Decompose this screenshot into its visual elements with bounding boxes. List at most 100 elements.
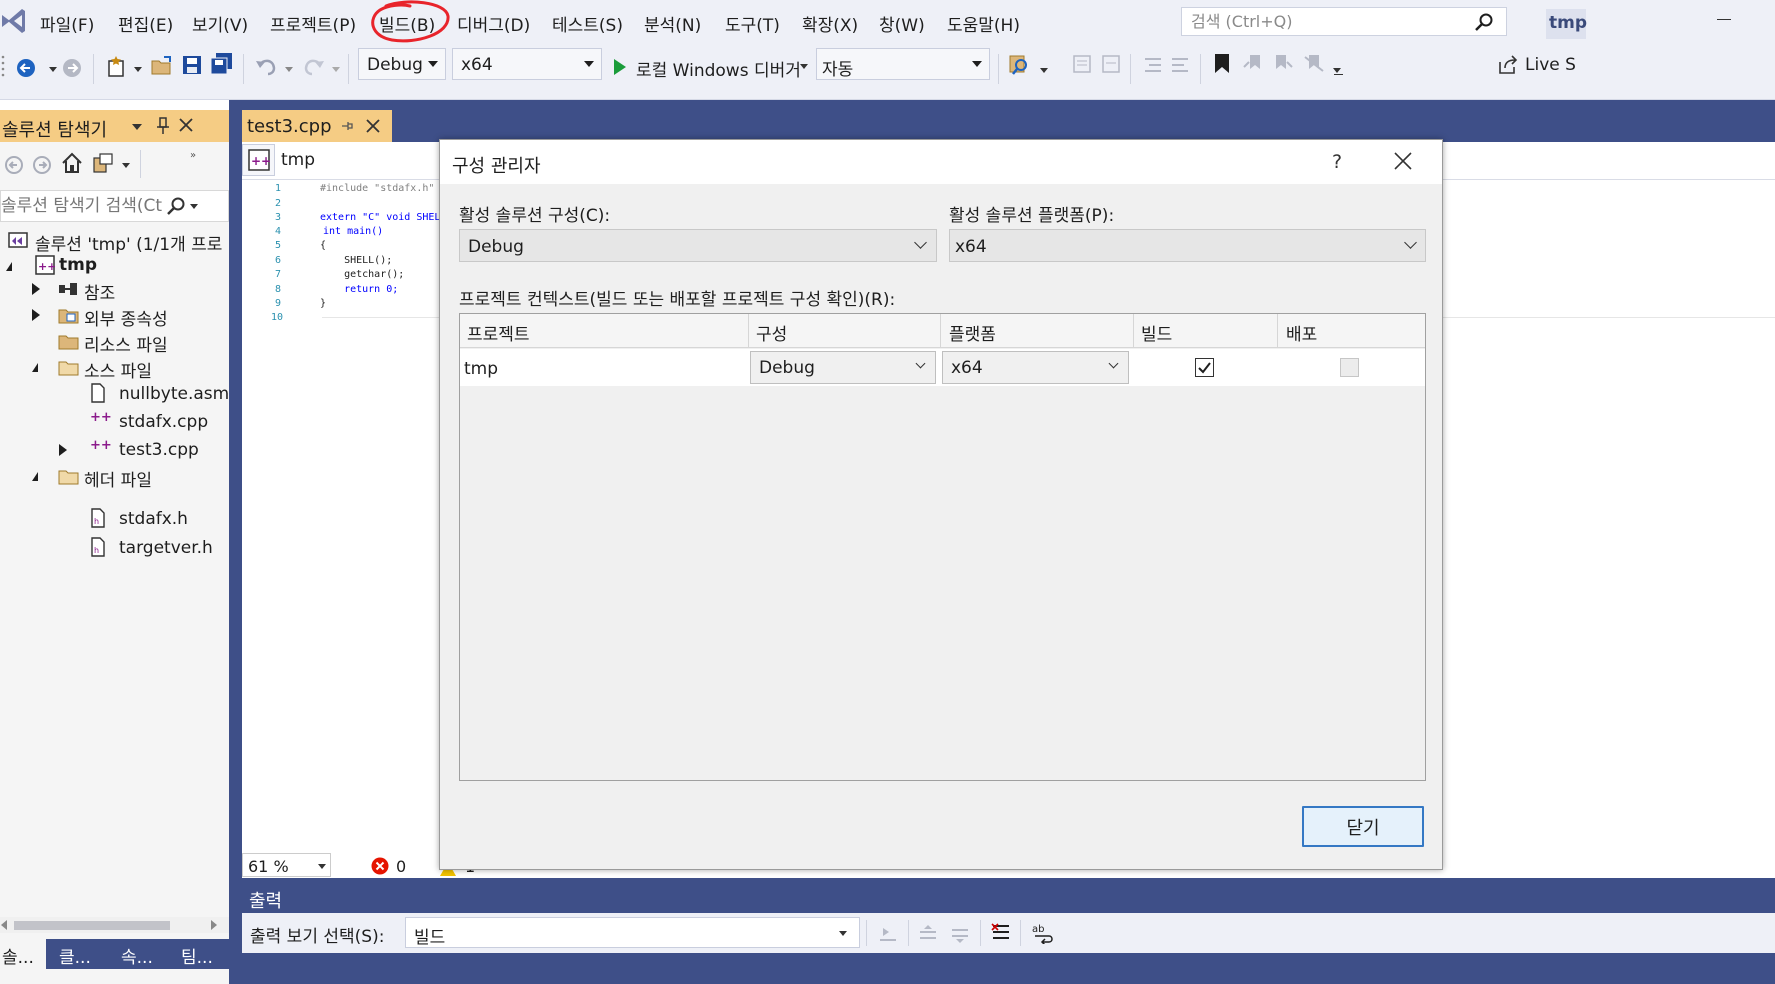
toolbar-grip-icon[interactable] bbox=[0, 53, 6, 79]
menu-window[interactable]: 창(W) bbox=[879, 11, 925, 36]
next-bookmark-icon[interactable] bbox=[1272, 53, 1294, 75]
tab-properties[interactable]: 속... bbox=[121, 939, 153, 969]
forward-icon[interactable] bbox=[32, 155, 52, 175]
column-header-build[interactable]: 빌드 bbox=[1141, 320, 1172, 345]
help-button[interactable]: ? bbox=[1332, 151, 1342, 173]
column-header-project[interactable]: 프로젝트 bbox=[467, 320, 530, 345]
visual-studio-logo-icon[interactable] bbox=[0, 6, 26, 36]
dialog-titlebar[interactable] bbox=[440, 140, 1442, 184]
redo-icon[interactable] bbox=[303, 56, 325, 76]
solution-config-combo[interactable]: Debug bbox=[358, 48, 446, 80]
error-count[interactable]: 0 bbox=[396, 857, 406, 876]
search-icon[interactable] bbox=[1475, 13, 1493, 31]
back-icon[interactable] bbox=[4, 155, 24, 175]
comment-out-icon[interactable] bbox=[1071, 53, 1093, 75]
menu-file[interactable]: 파일(F) bbox=[40, 11, 94, 36]
error-icon[interactable] bbox=[371, 857, 389, 875]
next-message-icon[interactable] bbox=[949, 924, 971, 944]
menu-view[interactable]: 보기(V) bbox=[192, 11, 248, 36]
search-options-dropdown-icon[interactable] bbox=[190, 204, 198, 209]
debugger-label[interactable]: 로컬 Windows 디버거 bbox=[636, 56, 801, 81]
build-checkbox[interactable] bbox=[1195, 358, 1214, 377]
window-position-dropdown-icon[interactable] bbox=[132, 124, 142, 130]
save-icon[interactable] bbox=[182, 55, 202, 75]
column-header-config[interactable]: 구성 bbox=[756, 320, 787, 345]
tab-solution-explorer[interactable]: 솔... bbox=[0, 939, 46, 969]
tree-item-header-files[interactable]: 헤더 파일 bbox=[0, 463, 229, 491]
zoom-dropdown-icon[interactable] bbox=[318, 864, 326, 869]
collapsed-arrow-icon[interactable] bbox=[32, 309, 40, 321]
menu-debug[interactable]: 디버그(D) bbox=[457, 11, 530, 36]
pin-tab-icon[interactable] bbox=[340, 120, 354, 132]
tree-item-project[interactable]: ++ tmp bbox=[0, 252, 229, 278]
output-titlebar[interactable] bbox=[242, 881, 1775, 913]
uncomment-icon[interactable] bbox=[1100, 53, 1122, 75]
back-dropdown-icon[interactable] bbox=[49, 67, 57, 72]
increase-indent-icon[interactable] bbox=[1170, 55, 1192, 75]
switch-views-dropdown-icon[interactable] bbox=[122, 163, 130, 168]
column-divider[interactable] bbox=[1133, 314, 1134, 348]
clear-all-icon[interactable] bbox=[990, 922, 1012, 944]
open-file-icon[interactable] bbox=[150, 55, 174, 77]
tree-item-targetver-h[interactable]: h targetver.h bbox=[0, 535, 229, 561]
solution-platform-combo[interactable]: x64 bbox=[452, 48, 602, 80]
solution-explorer-search-input[interactable] bbox=[1, 195, 187, 217]
pin-icon[interactable] bbox=[156, 117, 170, 135]
toolbar-overflow-icon[interactable] bbox=[1333, 68, 1341, 73]
active-config-combo[interactable]: Debug bbox=[459, 229, 937, 262]
collapsed-arrow-icon[interactable] bbox=[32, 283, 40, 295]
expanded-arrow-icon[interactable] bbox=[6, 262, 12, 271]
scrollbar-thumb[interactable] bbox=[14, 921, 170, 930]
close-button[interactable]: 닫기 bbox=[1302, 806, 1424, 847]
column-divider[interactable] bbox=[940, 314, 941, 348]
column-header-platform[interactable]: 플랫폼 bbox=[949, 320, 996, 345]
column-divider[interactable] bbox=[1277, 314, 1278, 348]
share-icon[interactable] bbox=[1497, 54, 1519, 76]
undo-dropdown-icon[interactable] bbox=[285, 67, 293, 72]
save-all-icon[interactable] bbox=[210, 52, 234, 76]
new-dropdown-icon[interactable] bbox=[134, 67, 142, 72]
word-wrap-icon[interactable]: ab bbox=[1031, 922, 1055, 944]
active-platform-combo[interactable]: x64 bbox=[949, 229, 1426, 262]
menu-extensions[interactable]: 확장(X) bbox=[802, 11, 858, 36]
scroll-left-icon[interactable] bbox=[1, 920, 7, 930]
debugger-dropdown-icon[interactable] bbox=[800, 64, 808, 69]
clear-bookmarks-icon[interactable] bbox=[1303, 53, 1325, 75]
nav-project-name[interactable]: tmp bbox=[281, 150, 315, 170]
menu-test[interactable]: 테스트(S) bbox=[552, 11, 623, 36]
tree-item-stdafx-h[interactable]: h stdafx.h bbox=[0, 506, 229, 532]
close-tab-icon[interactable] bbox=[366, 119, 380, 133]
tree-item-references[interactable]: 참조 bbox=[0, 276, 229, 304]
tree-item-stdafx-cpp[interactable]: ++ stdafx.cpp bbox=[0, 409, 229, 435]
switch-views-icon[interactable] bbox=[92, 152, 116, 174]
find-in-files-icon[interactable] bbox=[1008, 54, 1032, 78]
scroll-right-icon[interactable] bbox=[211, 920, 217, 930]
decrease-indent-icon[interactable] bbox=[1141, 55, 1163, 75]
debugger-mode-combo[interactable]: 자동 bbox=[816, 48, 990, 80]
previous-message-icon[interactable] bbox=[917, 924, 939, 944]
menu-help[interactable]: 도움말(H) bbox=[947, 11, 1020, 36]
redo-dropdown-icon[interactable] bbox=[332, 67, 340, 72]
navigate-back-icon[interactable] bbox=[16, 58, 36, 78]
search-box[interactable] bbox=[1181, 7, 1507, 36]
tab-class-view[interactable]: 클... bbox=[59, 939, 91, 969]
expanded-arrow-icon[interactable] bbox=[32, 472, 38, 481]
close-icon[interactable] bbox=[179, 118, 193, 132]
tab-team-explorer[interactable]: 팀... bbox=[181, 939, 213, 969]
column-divider[interactable] bbox=[748, 314, 749, 348]
output-source-combo[interactable]: 빌드 bbox=[405, 917, 860, 948]
deploy-checkbox[interactable] bbox=[1340, 358, 1359, 377]
column-header-deploy[interactable]: 배포 bbox=[1286, 320, 1317, 345]
expanded-arrow-icon[interactable] bbox=[32, 363, 38, 372]
menu-edit[interactable]: 편집(E) bbox=[118, 11, 173, 36]
solution-explorer-search[interactable] bbox=[0, 190, 229, 222]
toolbar-overflow-icon[interactable]: » bbox=[190, 150, 198, 161]
bookmark-icon[interactable] bbox=[1213, 53, 1231, 75]
menu-tools[interactable]: 도구(T) bbox=[725, 11, 780, 36]
minimize-button[interactable] bbox=[1717, 19, 1731, 20]
tree-item-test3-cpp[interactable]: ++ test3.cpp bbox=[0, 437, 229, 463]
undo-icon[interactable] bbox=[255, 56, 277, 76]
close-icon[interactable] bbox=[1394, 152, 1412, 170]
menu-analyze[interactable]: 분석(N) bbox=[644, 11, 701, 36]
tree-item-source-files[interactable]: 소스 파일 bbox=[0, 354, 229, 382]
